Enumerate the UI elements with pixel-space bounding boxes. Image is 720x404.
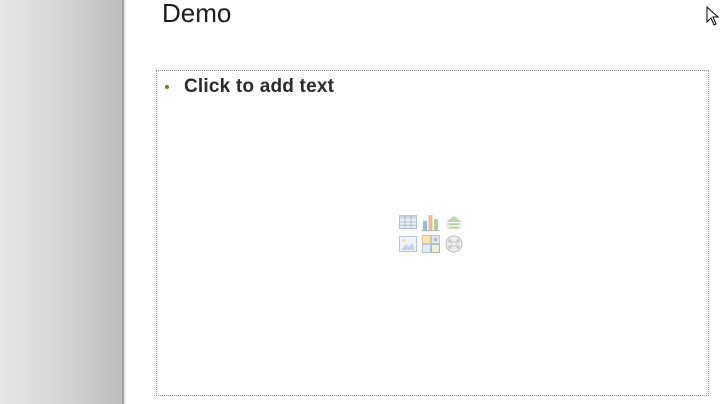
insert-media-icon[interactable] <box>444 234 464 254</box>
insert-chart-icon[interactable] <box>421 212 441 232</box>
insert-clipart-icon[interactable] <box>421 234 441 254</box>
insert-picture-icon[interactable] <box>398 234 418 254</box>
mouse-cursor-icon <box>706 6 720 26</box>
bullet-line: Click to add text <box>163 76 334 98</box>
placeholder-text[interactable]: Click to add text <box>184 76 334 98</box>
insert-table-icon[interactable] <box>398 212 418 232</box>
slide-canvas: Demo Click to add text <box>126 0 720 404</box>
insert-smartart-icon[interactable] <box>444 212 464 232</box>
content-placeholder[interactable]: Click to add text <box>156 70 709 396</box>
left-gutter <box>0 0 124 404</box>
bullet-dot <box>165 85 169 89</box>
insert-content-icons <box>398 212 468 256</box>
slide-title[interactable]: Demo <box>162 0 231 30</box>
